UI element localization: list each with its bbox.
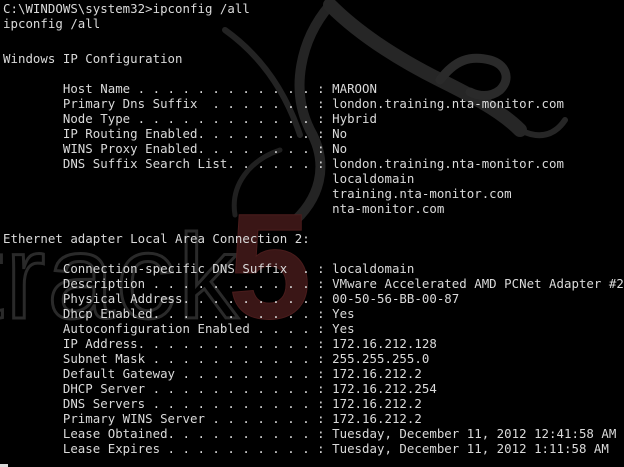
dns-search-list-entry: training.nta-monitor.com <box>3 186 512 201</box>
command-echo: ipconfig /all <box>3 16 101 31</box>
physical-address-row: Physical Address. . . . . . . . . : 00-5… <box>3 291 460 306</box>
primary-dns-suffix-row: Primary Dns Suffix . . . . . . . : londo… <box>3 96 564 111</box>
subnet-mask-row: Subnet Mask . . . . . . . . . . . : 255.… <box>3 351 430 366</box>
host-name-row: Host Name . . . . . . . . . . . . : MARO… <box>3 81 377 96</box>
wins-proxy-row: WINS Proxy Enabled. . . . . . . . : No <box>3 141 348 156</box>
dns-search-list-entry: localdomain <box>3 171 415 186</box>
dhcp-enabled-row: Dhcp Enabled. . . . . . . . . . . : Yes <box>3 306 355 321</box>
ip-routing-row: IP Routing Enabled. . . . . . . . : No <box>3 126 348 141</box>
dns-search-list-entry: nta-monitor.com <box>3 201 445 216</box>
autoconfiguration-row: Autoconfiguration Enabled . . . . : Yes <box>3 321 355 336</box>
ip-address-row: IP Address. . . . . . . . . . . . : 172.… <box>3 336 437 351</box>
node-type-row: Node Type . . . . . . . . . . . . : Hybr… <box>3 111 377 126</box>
prompt-line: C:\WINDOWS\system32>ipconfig /all <box>3 1 250 16</box>
default-gateway-row: Default Gateway . . . . . . . . . : 172.… <box>3 366 422 381</box>
description-row: Description . . . . . . . . . . . : VMwa… <box>3 276 624 291</box>
dns-search-list-row: DNS Suffix Search List. . . . . . : lond… <box>3 156 564 171</box>
dns-servers-row: DNS Servers . . . . . . . . . . . : 172.… <box>3 396 422 411</box>
connection-dns-suffix-row: Connection-specific DNS Suffix . : local… <box>3 261 415 276</box>
primary-wins-server-row: Primary WINS Server . . . . . . . : 172.… <box>3 411 422 426</box>
lease-expires-row: Lease Expires . . . . . . . . . . : Tues… <box>3 441 609 456</box>
dhcp-server-row: DHCP Server . . . . . . . . . . . : 172.… <box>3 381 437 396</box>
windows-ip-header: Windows IP Configuration <box>3 51 183 66</box>
adapter-header: Ethernet adapter Local Area Connection 2… <box>3 231 310 246</box>
terminal-window[interactable]: C:\WINDOWS\system32>ipconfig /all ipconf… <box>0 0 624 467</box>
lease-obtained-row: Lease Obtained. . . . . . . . . . : Tues… <box>3 426 617 441</box>
